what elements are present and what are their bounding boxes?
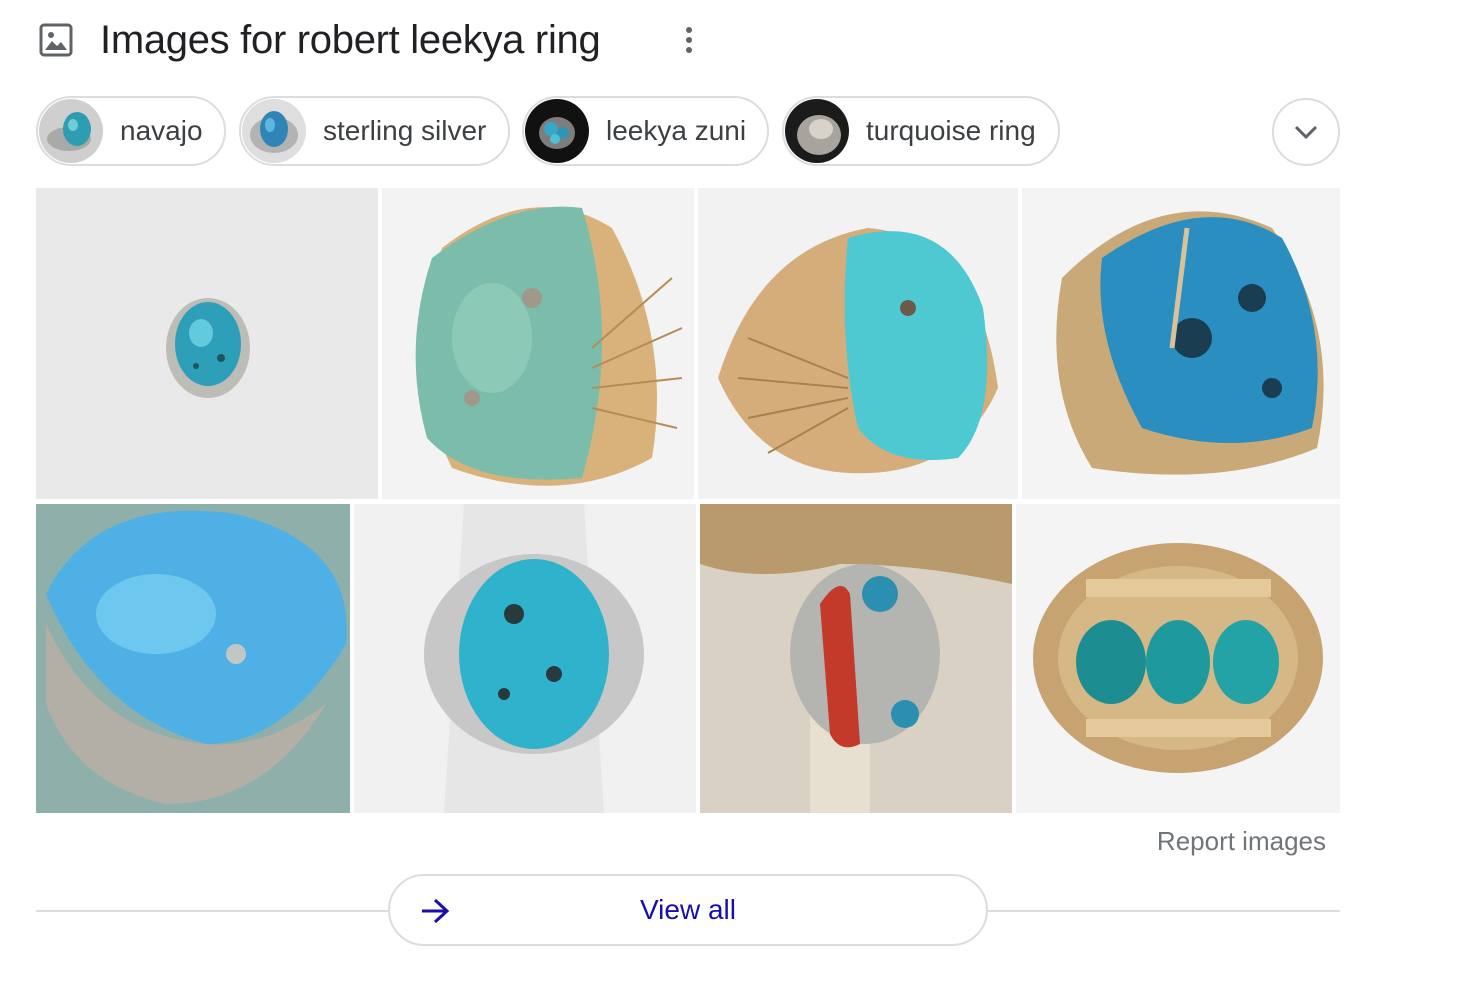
image-result[interactable] (698, 188, 1018, 499)
image-results-panel: Images for robert leekya ring navajo ste… (0, 0, 1458, 1006)
chip-navajo[interactable]: navajo (36, 96, 226, 166)
image-result[interactable] (700, 504, 1012, 813)
image-result[interactable] (1022, 188, 1340, 499)
chip-thumbnail (242, 99, 306, 163)
chip-leekya-zuni[interactable]: leekya zuni (522, 96, 769, 166)
expand-chips-button[interactable] (1272, 98, 1340, 166)
chip-thumbnail (39, 99, 103, 163)
chip-label: turquoise ring (866, 115, 1036, 146)
image-icon (36, 20, 76, 60)
chip-label: sterling silver (323, 115, 487, 146)
view-all-label: View all (640, 894, 736, 925)
image-result[interactable] (36, 188, 378, 499)
more-vert-icon[interactable] (678, 22, 700, 58)
image-result[interactable] (1016, 504, 1340, 813)
image-result[interactable] (354, 504, 696, 813)
page-title: Images for robert leekya ring (100, 17, 601, 62)
chip-label: navajo (120, 115, 203, 146)
view-all-button[interactable]: View all (388, 874, 988, 946)
chip-thumbnail (785, 99, 849, 163)
chevron-down-icon (1294, 125, 1318, 140)
panel-header: Images for robert leekya ring (36, 14, 601, 66)
image-result[interactable] (36, 504, 350, 813)
chip-thumbnail (525, 99, 589, 163)
divider-left (36, 910, 388, 912)
chip-turquoise-ring[interactable]: turquoise ring (782, 96, 1060, 166)
image-result[interactable] (382, 188, 694, 499)
chip-sterling-silver[interactable]: sterling silver (239, 96, 510, 166)
report-images-link[interactable]: Report images (1157, 826, 1326, 857)
chip-label: leekya zuni (606, 115, 747, 146)
divider-right (988, 910, 1340, 912)
